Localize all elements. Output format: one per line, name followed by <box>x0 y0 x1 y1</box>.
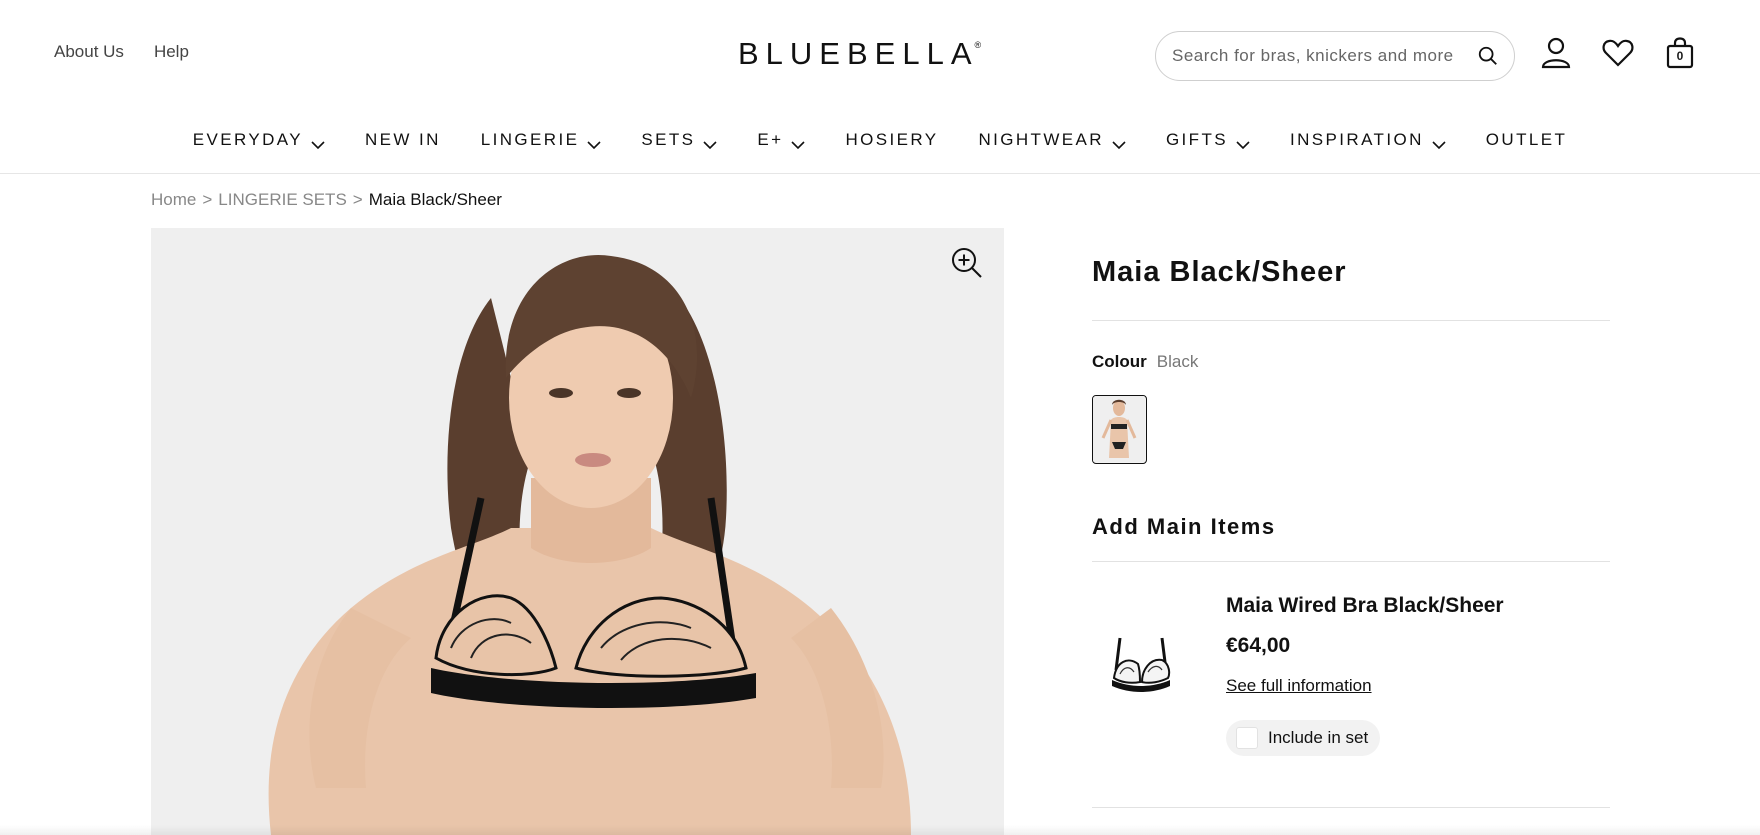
nav-item-label: EVERYDAY <box>192 130 303 149</box>
nav-item-label: LINGERIE <box>480 130 580 149</box>
colour-value: Black <box>1156 352 1199 371</box>
swatch-thumbnail <box>1093 396 1145 462</box>
see-full-information-link[interactable]: See full information <box>1226 676 1372 696</box>
chevron-down-icon <box>1432 135 1446 150</box>
divider <box>1092 807 1610 808</box>
nav-item-e[interactable]: E+ <box>737 130 825 150</box>
search-icon[interactable] <box>1476 44 1500 68</box>
breadcrumb-current: Maia Black/Sheer <box>368 190 502 209</box>
product-title: Maia Black/Sheer <box>1092 256 1347 288</box>
item-price: €64,00 <box>1226 634 1291 657</box>
bra-thumbnail <box>1112 637 1171 692</box>
nav-item-lingerie[interactable]: LINGERIE <box>461 130 622 150</box>
nav-item-everyday[interactable]: EVERYDAY <box>173 130 345 150</box>
breadcrumb-home[interactable]: Home <box>151 190 196 210</box>
chevron-down-icon <box>1236 135 1250 150</box>
header-actions: 0 <box>1540 36 1696 70</box>
heart-icon[interactable] <box>1602 36 1634 70</box>
chevron-down-icon <box>311 135 325 150</box>
nav-item-inspiration[interactable]: INSPIRATION <box>1270 130 1466 150</box>
search-input[interactable] <box>1172 46 1476 66</box>
colour-label: Colour <box>1092 352 1147 371</box>
nav-divider <box>0 173 1760 174</box>
help-link[interactable]: Help <box>154 42 189 62</box>
nav-item-new-in[interactable]: NEW IN <box>345 130 461 150</box>
nav-item-label: NEW IN <box>364 130 441 149</box>
brand-logo[interactable]: BLUEBELLA® <box>738 36 985 72</box>
nav-item-label: HOSIERY <box>845 130 939 149</box>
nav-item-label: E+ <box>757 130 784 149</box>
include-checkbox[interactable] <box>1236 727 1258 749</box>
nav-item-label: INSPIRATION <box>1290 130 1424 149</box>
user-icon[interactable] <box>1540 36 1572 70</box>
include-in-set-toggle[interactable]: Include in set <box>1226 720 1381 756</box>
zoom-icon[interactable] <box>950 246 984 280</box>
chevron-down-icon <box>791 135 806 150</box>
add-main-items-title: Add Main Items <box>1092 514 1276 539</box>
nav-item-label: SETS <box>641 130 696 149</box>
main-nav: EVERYDAY NEW IN LINGERIE SETS E+ HOSIERY NIGHT… <box>0 130 1760 150</box>
bag-icon[interactable]: 0 <box>1664 36 1696 70</box>
colour-swatch-black[interactable] <box>1092 395 1147 464</box>
product-image[interactable] <box>151 228 1004 835</box>
breadcrumb: Home > LINGERIE SETS > Maia Black/Sheer <box>151 190 502 210</box>
nav-item-label: GIFTS <box>1165 130 1228 149</box>
item-name[interactable]: Maia Wired Bra Black/Sheer <box>1226 594 1504 618</box>
registered-mark: ® <box>974 40 982 50</box>
brand-logo-text: BLUEBELLA <box>738 36 979 71</box>
chevron-down-icon <box>703 135 717 150</box>
search-bar <box>1155 31 1515 81</box>
chevron-down-icon <box>587 135 601 150</box>
chevron-down-icon <box>1112 135 1126 150</box>
utility-links: About Us Help <box>54 42 189 62</box>
model-photo <box>268 255 911 835</box>
about-us-link[interactable]: About Us <box>54 42 124 62</box>
nav-item-gifts[interactable]: GIFTS <box>1146 130 1270 150</box>
breadcrumb-separator: > <box>202 190 213 209</box>
nav-item-outlet[interactable]: OUTLET <box>1466 130 1587 150</box>
include-in-set-label: Include in set <box>1268 728 1369 747</box>
nav-item-nightwear[interactable]: NIGHTWEAR <box>958 130 1145 150</box>
nav-item-sets[interactable]: SETS <box>621 130 737 150</box>
item-thumbnail[interactable] <box>1100 620 1180 710</box>
breadcrumb-category[interactable]: LINGERIE SETS <box>218 190 346 210</box>
breadcrumb-separator: > <box>352 190 363 209</box>
nav-item-label: OUTLET <box>1485 130 1568 149</box>
divider <box>1092 561 1610 562</box>
nav-item-label: NIGHTWEAR <box>978 130 1104 149</box>
colour-row: Colour Black <box>1092 352 1198 372</box>
bag-count: 0 <box>1676 49 1684 63</box>
nav-item-hosiery[interactable]: HOSIERY <box>825 130 958 150</box>
divider <box>1092 320 1610 321</box>
